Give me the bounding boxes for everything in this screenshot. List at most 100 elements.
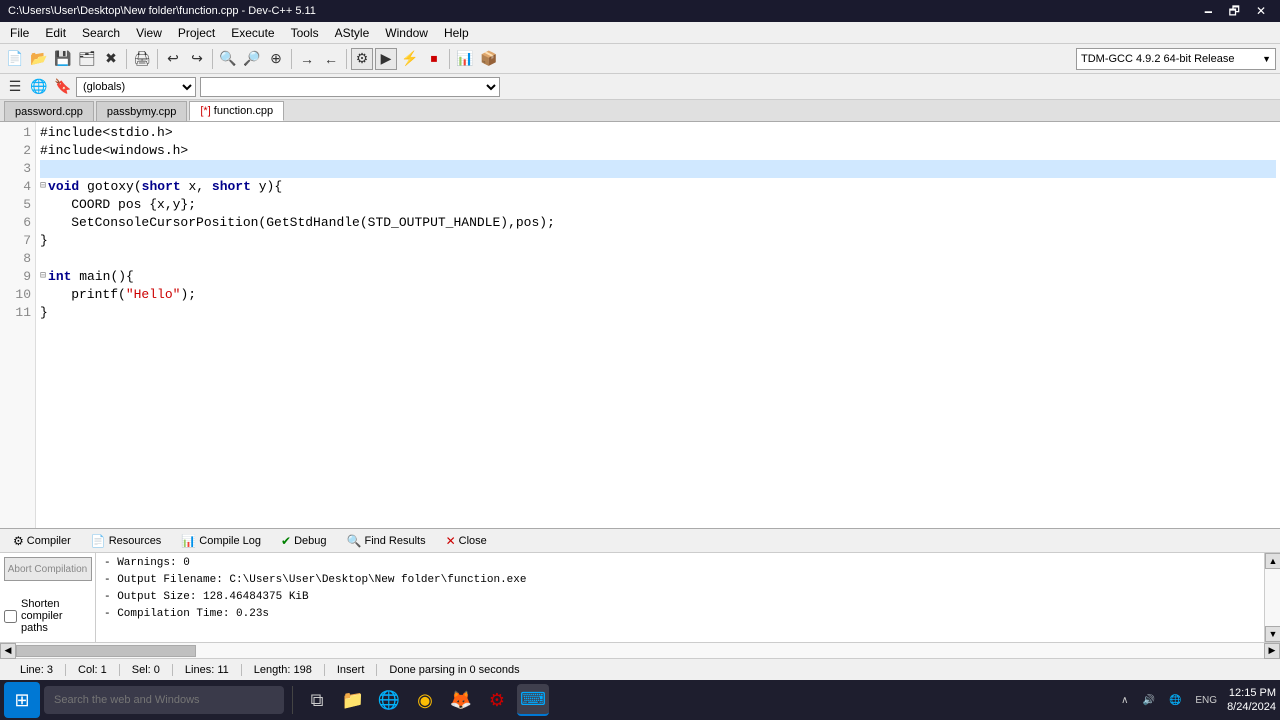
chart-button[interactable]: 📊 [454, 48, 476, 70]
scroll-left-arrow[interactable]: ◀ [0, 643, 16, 659]
window-controls: 🗕 🗗 ✕ [1198, 2, 1272, 20]
tab-label: function.cpp [214, 105, 273, 117]
bookmark-button[interactable]: 🔖 [52, 76, 74, 98]
browser-button[interactable]: 🌐 [28, 76, 50, 98]
code-line-11: } [40, 304, 1276, 322]
code-line-6: SetConsoleCursorPosition(GetStdHandle(ST… [40, 214, 1276, 232]
code-line-3 [40, 160, 1276, 178]
menu-help[interactable]: Help [436, 24, 477, 42]
taskbar-separator [292, 686, 293, 714]
run-button[interactable]: ▶ [375, 48, 397, 70]
save-all-button[interactable]: 🗂 [76, 48, 98, 70]
clock-date: 8/24/2024 [1227, 700, 1276, 714]
scroll-up-arrow[interactable]: ▲ [1265, 553, 1280, 569]
title-text: C:\Users\User\Desktop\New folder\functio… [8, 5, 316, 17]
replace-button[interactable]: 🔎 [241, 48, 263, 70]
compiler-selector[interactable]: TDM-GCC 4.9.2 64-bit Release ▼ [1076, 48, 1276, 70]
tab-compiler[interactable]: ⚙ Compiler [4, 531, 80, 551]
taskbar-search[interactable] [44, 686, 284, 714]
scroll-down-arrow[interactable]: ▼ [1265, 626, 1280, 642]
tab-password[interactable]: password.cpp [4, 101, 94, 121]
tab-passbymy[interactable]: passbymy.cpp [96, 101, 188, 121]
horizontal-scrollbar: ◀ ▶ [0, 642, 1280, 658]
fold-icon-4[interactable]: ⊟ [40, 178, 46, 196]
file-explorer-icon[interactable]: 📁 [337, 684, 369, 716]
network-icon[interactable]: 🌐 [1165, 693, 1185, 708]
find-button[interactable]: 🔍 [217, 48, 239, 70]
new-button[interactable]: 📄 [4, 48, 26, 70]
firefox-icon[interactable]: 🦊 [445, 684, 477, 716]
code-editor[interactable]: #include<stdio.h> #include<windows.h> ⊟v… [36, 122, 1280, 528]
redo-button[interactable]: ↪ [186, 48, 208, 70]
package-button[interactable]: 📦 [478, 48, 500, 70]
start-button[interactable]: ⊞ [4, 682, 40, 718]
menu-edit[interactable]: Edit [37, 24, 74, 42]
close-tab-icon: ✕ [446, 534, 456, 548]
open-button[interactable]: 📂 [28, 48, 50, 70]
tab-function[interactable]: [*] function.cpp [189, 101, 284, 121]
chrome-icon[interactable]: ◉ [409, 684, 441, 716]
scroll-right-arrow[interactable]: ▶ [1264, 643, 1280, 659]
sidebar-toggle-button[interactable]: ☰ [4, 76, 26, 98]
close-button[interactable]: ✕ [1250, 2, 1272, 20]
show-hidden-icons[interactable]: ∧ [1117, 693, 1132, 708]
code-line-8 [40, 250, 1276, 268]
task-view-button[interactable]: ⧉ [301, 684, 333, 716]
print-button[interactable]: 🖨 [131, 48, 153, 70]
language-indicator[interactable]: ENG [1191, 693, 1221, 708]
edge-icon[interactable]: 🌐 [373, 684, 405, 716]
undo-button[interactable]: ↩ [162, 48, 184, 70]
menu-view[interactable]: View [128, 24, 170, 42]
log-line-4: - Compilation Time: 0.23s [104, 606, 1256, 623]
function-selector[interactable] [200, 77, 500, 97]
compile-log-icon: 📊 [181, 534, 196, 548]
h-scroll-thumb[interactable] [16, 645, 196, 657]
active-app-icon[interactable]: ⌨ [517, 684, 549, 716]
compiler-tab-label: Compiler [27, 535, 71, 547]
code-line-10: printf("Hello"); [40, 286, 1276, 304]
tab-resources[interactable]: 📄 Resources [82, 531, 171, 551]
unindent-button[interactable]: ← [320, 48, 342, 70]
find-scope-button[interactable]: ⊕ [265, 48, 287, 70]
system-clock[interactable]: 12:15 PM 8/24/2024 [1227, 686, 1276, 714]
resources-tab-label: Resources [109, 535, 162, 547]
indent-button[interactable]: → [296, 48, 318, 70]
toolbar-sep-2 [157, 49, 158, 69]
close-file-button[interactable]: ✖ [100, 48, 122, 70]
abort-compilation-button[interactable]: Abort Compilation [4, 557, 92, 581]
menu-astyle[interactable]: AStyle [327, 24, 378, 42]
fold-icon-9[interactable]: ⊟ [40, 268, 46, 286]
scroll-track[interactable] [1265, 569, 1280, 626]
volume-icon[interactable]: 🔊 [1138, 693, 1158, 708]
shorten-compiler-paths-checkbox[interactable] [4, 610, 17, 623]
bottom-panel: ⚙ Compiler 📄 Resources 📊 Compile Log ✔ D… [0, 528, 1280, 658]
tab-debug[interactable]: ✔ Debug [272, 531, 335, 551]
tab-find-results[interactable]: 🔍 Find Results [338, 531, 435, 551]
menu-tools[interactable]: Tools [283, 24, 327, 42]
code-line-1: #include<stdio.h> [40, 124, 1276, 142]
menubar: File Edit Search View Project Execute To… [0, 22, 1280, 44]
maximize-button[interactable]: 🗗 [1223, 2, 1246, 20]
bottom-tabs: ⚙ Compiler 📄 Resources 📊 Compile Log ✔ D… [0, 529, 1280, 553]
h-scroll-track[interactable] [16, 643, 1264, 658]
menu-file[interactable]: File [2, 24, 37, 42]
status-col: Col: 1 [66, 664, 120, 676]
menu-execute[interactable]: Execute [223, 24, 282, 42]
compile-button[interactable]: ⚙ [351, 48, 373, 70]
compile-run-button[interactable]: ⚡ [399, 48, 421, 70]
tab-label: password.cpp [15, 106, 83, 118]
statusbar: Line: 3 Col: 1 Sel: 0 Lines: 11 Length: … [0, 658, 1280, 680]
stop-button[interactable]: ⏹ [423, 48, 445, 70]
tab-close[interactable]: ✕ Close [437, 531, 496, 551]
menu-project[interactable]: Project [170, 24, 223, 42]
save-button[interactable]: 💾 [52, 48, 74, 70]
status-length: Length: 198 [242, 664, 325, 676]
scope-selector[interactable]: (globals) [76, 77, 196, 97]
tab-compile-log[interactable]: 📊 Compile Log [172, 531, 270, 551]
toolbar-sep-5 [346, 49, 347, 69]
menu-search[interactable]: Search [74, 24, 128, 42]
close-tab-label: Close [459, 535, 487, 547]
devcpp-icon[interactable]: ⚙ [481, 684, 513, 716]
minimize-button[interactable]: 🗕 [1198, 2, 1219, 20]
menu-window[interactable]: Window [377, 24, 436, 42]
